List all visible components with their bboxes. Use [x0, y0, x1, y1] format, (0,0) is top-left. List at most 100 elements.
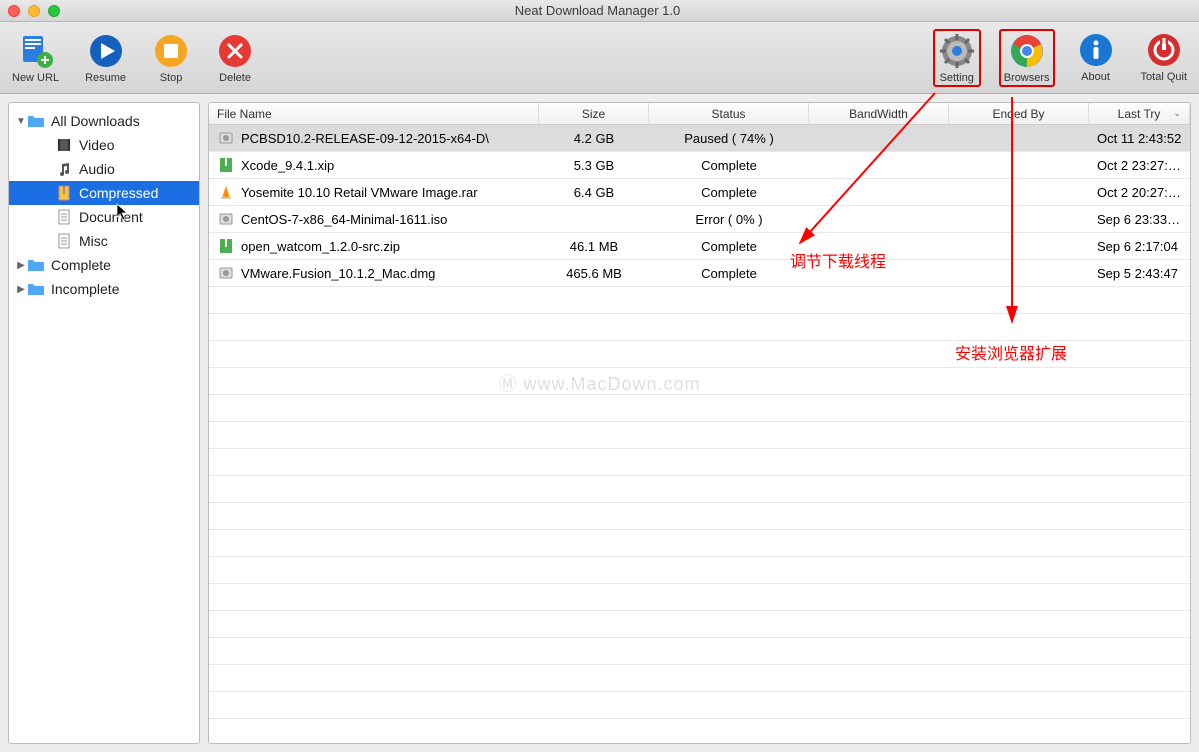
cell-status: Complete [649, 158, 809, 173]
table-header: File Name Size Status BandWidth Ended By… [209, 103, 1190, 125]
col-filename[interactable]: File Name [209, 103, 539, 124]
table-row-empty [209, 476, 1190, 503]
table-row-empty [209, 665, 1190, 692]
table-row[interactable]: CentOS-7-x86_64-Minimal-1611.iso Error ( … [209, 206, 1190, 233]
table-row-empty [209, 449, 1190, 476]
sidebar-item-misc[interactable]: Misc [9, 229, 199, 253]
disclosure-arrow-icon: ▶ [15, 260, 27, 271]
gear-icon [938, 32, 976, 70]
table-row-empty [209, 530, 1190, 557]
info-icon [1077, 31, 1115, 69]
col-endedby[interactable]: Ended By [949, 103, 1089, 124]
table-row[interactable]: Xcode_9.4.1.xip 5.3 GBComplete Oct 2 23:27… [209, 152, 1190, 179]
content-area: ▼ All Downloads Video Audio Compressed Docume… [0, 94, 1199, 752]
cell-lasttry: Oct 11 2:43:52 [1089, 131, 1190, 146]
table-row-empty [209, 422, 1190, 449]
table-row-empty [209, 719, 1190, 743]
cell-filename: CentOS-7-x86_64-Minimal-1611.iso [241, 212, 447, 227]
table-row-empty [209, 557, 1190, 584]
sidebar-item-label: Incomplete [51, 281, 119, 297]
resume-button[interactable]: Resume [81, 30, 130, 86]
cell-status: Paused ( 74% ) [649, 131, 809, 146]
table-row-empty [209, 395, 1190, 422]
table-row[interactable]: Yosemite 10.10 Retail VMware Image.rar6.… [209, 179, 1190, 206]
sidebar-item-label: Document [79, 209, 143, 225]
filetype-icon [217, 210, 235, 228]
minimize-window-button[interactable] [28, 5, 40, 17]
new-url-button[interactable]: New URL [8, 30, 63, 86]
col-size[interactable]: Size [539, 103, 649, 124]
traffic-lights [8, 5, 60, 17]
cell-status: Error ( 0% ) [649, 212, 809, 227]
power-icon [1145, 31, 1183, 69]
watermark: Ⓜ www.MacDown.com [498, 370, 700, 396]
sidebar: ▼ All Downloads Video Audio Compressed Docume… [8, 102, 200, 744]
table-row-empty [209, 584, 1190, 611]
new-url-icon [17, 32, 55, 70]
stop-icon [152, 32, 190, 70]
cell-size: 5.3 GB [539, 158, 649, 173]
col-status[interactable]: Status [649, 103, 809, 124]
downloads-table: File Name Size Status BandWidth Ended By… [208, 102, 1191, 744]
zoom-window-button[interactable] [48, 5, 60, 17]
cell-size: 46.1 MB [539, 239, 649, 254]
cursor-icon [116, 203, 130, 221]
table-row[interactable]: open_watcom_1.2.0-src.zip 46.1 MBComplete… [209, 233, 1190, 260]
sidebar-item-document[interactable]: Document [9, 205, 199, 229]
table-row-empty [209, 611, 1190, 638]
col-lasttry[interactable]: Last Try⌄ [1089, 103, 1190, 124]
delete-icon [216, 32, 254, 70]
cell-filename: VMware.Fusion_10.1.2_Mac.dmg [241, 266, 435, 281]
cell-size: 4.2 GB [539, 131, 649, 146]
window-title: Neat Download Manager 1.0 [60, 3, 1135, 18]
sidebar-item-label: All Downloads [51, 113, 140, 129]
new-url-label: New URL [12, 72, 59, 84]
sidebar-item-incomplete[interactable]: ▶Incomplete [9, 277, 199, 301]
stop-button[interactable]: Stop [148, 30, 194, 86]
table-row-empty [209, 287, 1190, 314]
sidebar-item-label: Complete [51, 257, 111, 273]
filetype-icon [217, 183, 235, 201]
table-row-empty [209, 341, 1190, 368]
chevron-down-icon: ⌄ [1173, 108, 1181, 119]
cell-lasttry: Oct 2 23:27:40 [1089, 158, 1190, 173]
chrome-icon [1008, 32, 1046, 70]
table-row-empty [209, 503, 1190, 530]
col-bandwidth[interactable]: BandWidth [809, 103, 949, 124]
cell-status: Complete [649, 266, 809, 281]
filetype-icon [217, 264, 235, 282]
sidebar-item-compressed[interactable]: Compressed [9, 181, 199, 205]
cell-filename: Xcode_9.4.1.xip [241, 158, 334, 173]
cell-filename: open_watcom_1.2.0-src.zip [241, 239, 400, 254]
cell-size: 6.4 GB [539, 185, 649, 200]
cell-filename: PCBSD10.2-RELEASE-09-12-2015-x64-D\ [241, 131, 489, 146]
sidebar-item-label: Audio [79, 161, 115, 177]
cell-lasttry: Oct 2 20:27:01 [1089, 185, 1190, 200]
about-button[interactable]: About [1073, 29, 1119, 87]
play-icon [87, 32, 125, 70]
sidebar-item-complete[interactable]: ▶ Complete [9, 253, 199, 277]
cell-status: Complete [649, 239, 809, 254]
sidebar-item-video[interactable]: Video [9, 133, 199, 157]
total-quit-button[interactable]: Total Quit [1137, 29, 1191, 87]
close-window-button[interactable] [8, 5, 20, 17]
setting-button[interactable]: Setting [933, 29, 981, 87]
sidebar-item-label: Video [79, 137, 115, 153]
sidebar-item-all-downloads[interactable]: ▼ All Downloads [9, 109, 199, 133]
delete-label: Delete [219, 72, 251, 84]
table-body[interactable]: PCBSD10.2-RELEASE-09-12-2015-x64-D\ 4.2 G… [209, 125, 1190, 743]
browsers-button[interactable]: Browsers [999, 29, 1055, 87]
resume-label: Resume [85, 72, 126, 84]
sidebar-item-label: Compressed [79, 185, 158, 201]
titlebar: Neat Download Manager 1.0 [0, 0, 1199, 22]
browsers-label: Browsers [1004, 72, 1050, 84]
table-row[interactable]: VMware.Fusion_10.1.2_Mac.dmg 465.6 MBComp… [209, 260, 1190, 287]
table-row[interactable]: PCBSD10.2-RELEASE-09-12-2015-x64-D\ 4.2 G… [209, 125, 1190, 152]
disclosure-arrow-icon: ▼ [15, 116, 27, 127]
cell-size: 465.6 MB [539, 266, 649, 281]
table-row-empty [209, 638, 1190, 665]
cell-lasttry: Sep 5 2:43:47 [1089, 266, 1190, 281]
sidebar-item-audio[interactable]: Audio [9, 157, 199, 181]
delete-button[interactable]: Delete [212, 30, 258, 86]
filetype-icon [217, 156, 235, 174]
